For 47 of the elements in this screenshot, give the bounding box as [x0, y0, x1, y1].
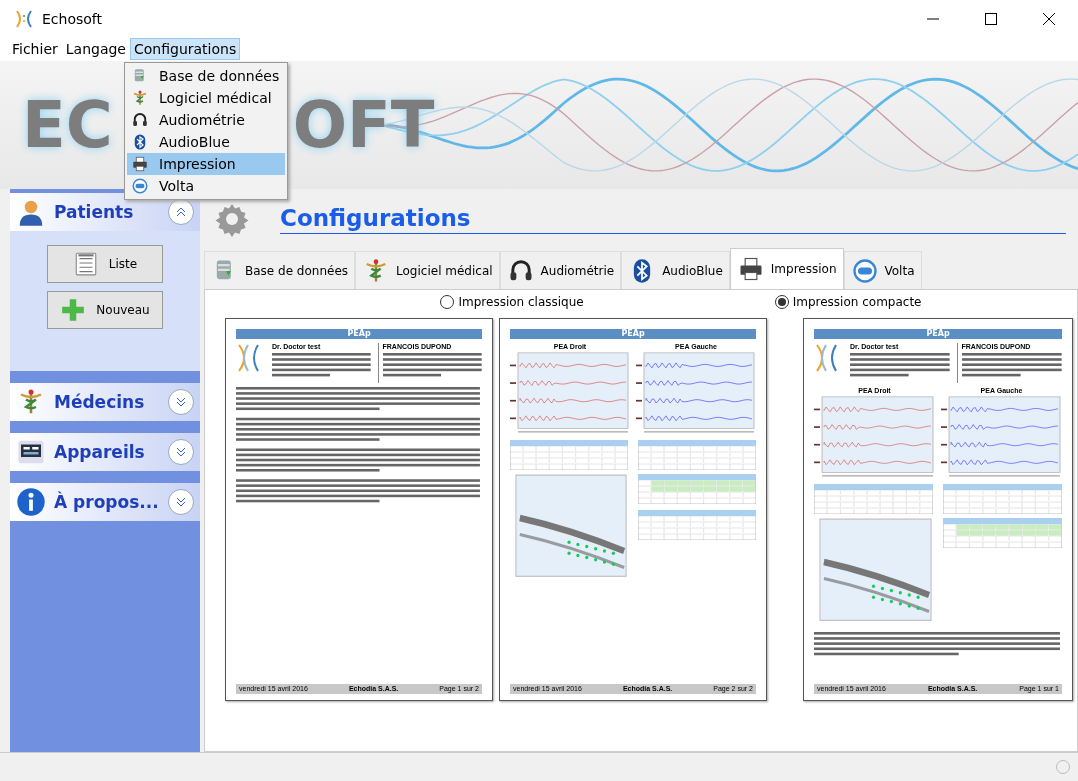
- logo-text: EC: [22, 88, 113, 162]
- report-header: PEAp: [510, 329, 756, 339]
- caduceus-icon: [131, 89, 149, 107]
- menu-item[interactable]: Audiométrie: [127, 109, 285, 131]
- expand-button[interactable]: [168, 389, 194, 415]
- printer-icon: [131, 155, 149, 173]
- close-icon[interactable]: [1043, 12, 1055, 25]
- tab[interactable]: Impression: [729, 248, 844, 289]
- menu-item[interactable]: Langage: [61, 38, 130, 60]
- info-icon: [16, 487, 46, 517]
- collapse-button[interactable]: [168, 199, 194, 225]
- expand-button[interactable]: [168, 439, 194, 465]
- radio-option[interactable]: Impression classique: [440, 295, 584, 309]
- tab[interactable]: Logiciel médical: [355, 251, 500, 289]
- page-title: Configurations: [280, 204, 1066, 234]
- section-header[interactable]: À propos...: [10, 483, 200, 521]
- double-chevron-down-icon: [176, 447, 186, 457]
- tab[interactable]: Audiométrie: [499, 251, 622, 289]
- app-logo-icon: [14, 8, 34, 29]
- plus-icon: [60, 297, 87, 323]
- section-header[interactable]: Patients: [10, 193, 200, 231]
- headphones-icon: [131, 111, 149, 129]
- double-chevron-down-icon: [176, 397, 186, 407]
- double-chevron-down-icon: [176, 497, 186, 507]
- sidebar-button[interactable]: Liste: [47, 245, 163, 283]
- maximize-icon[interactable]: [985, 12, 997, 25]
- sidebar-button[interactable]: Nouveau: [47, 291, 163, 329]
- tab[interactable]: Volta: [843, 251, 922, 289]
- menu-item[interactable]: Logiciel médical: [127, 87, 285, 109]
- menu-item[interactable]: Impression: [127, 153, 285, 175]
- menu-item[interactable]: AudioBlue: [127, 131, 285, 153]
- radio-button[interactable]: [774, 295, 789, 309]
- radio-option[interactable]: Impression compacte: [774, 295, 922, 309]
- section-header[interactable]: Appareils: [10, 433, 200, 471]
- radio-button[interactable]: [440, 295, 455, 309]
- window-title: Echosoft: [42, 10, 102, 27]
- menu-item[interactable]: Base de données: [127, 65, 285, 87]
- double-chevron-up-icon: [176, 207, 186, 217]
- expand-button[interactable]: [168, 489, 194, 515]
- logo-text: OFT: [292, 88, 435, 162]
- menu-item[interactable]: Configurations: [130, 38, 241, 60]
- report-header: PEAp: [814, 329, 1062, 339]
- tab[interactable]: Base de données: [204, 251, 356, 289]
- report-header: PEAp: [236, 329, 482, 339]
- section-header[interactable]: Médecins: [10, 383, 200, 421]
- menu-item[interactable]: Fichier: [8, 38, 62, 60]
- tab[interactable]: AudioBlue: [621, 251, 730, 289]
